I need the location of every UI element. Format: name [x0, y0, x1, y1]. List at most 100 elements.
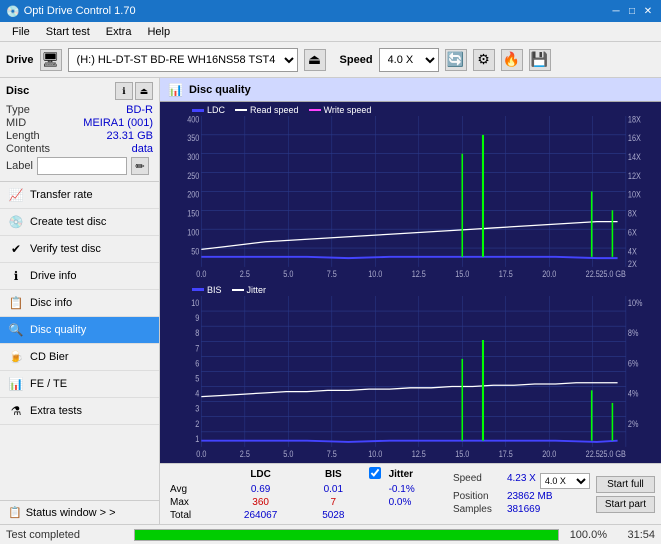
drive-label: Drive — [6, 54, 34, 66]
nav-item-verify-test-disc[interactable]: ✔Verify test disc — [0, 236, 159, 263]
svg-text:10X: 10X — [628, 190, 641, 200]
nav-item-transfer-rate[interactable]: 📈Transfer rate — [0, 182, 159, 209]
start-full-button[interactable]: Start full — [596, 476, 655, 493]
nav-label-verify-test-disc: Verify test disc — [30, 243, 101, 255]
svg-text:150: 150 — [187, 209, 200, 219]
nav-item-disc-info[interactable]: 📋 Disc info — [0, 290, 159, 317]
disc-mid-row: MID MEIRA1 (001) — [6, 117, 153, 129]
jitter-checkbox[interactable] — [369, 467, 381, 479]
disc-contents-label: Contents — [6, 143, 50, 155]
titlebar: 💿 Opti Drive Control 1.70 ─ □ ✕ — [0, 0, 661, 22]
svg-text:12.5: 12.5 — [412, 449, 427, 459]
avg-label: Avg — [166, 483, 219, 496]
svg-text:4: 4 — [195, 388, 199, 398]
svg-text:4%: 4% — [628, 388, 638, 398]
nav-icon-disc-info: 📋 — [8, 295, 24, 311]
svg-text:12X: 12X — [628, 171, 641, 181]
disc-label-edit-button[interactable]: ✏ — [131, 157, 149, 175]
speed-label: Speed — [340, 54, 373, 66]
max-bis: 7 — [302, 496, 365, 509]
app-icon: 💿 — [6, 5, 20, 18]
nav-label-fe-te: FE / TE — [30, 378, 67, 390]
svg-text:50: 50 — [191, 247, 200, 257]
total-bis: 5028 — [302, 509, 365, 522]
svg-text:300: 300 — [187, 152, 200, 162]
action-buttons: Start full Start part — [596, 476, 655, 513]
refresh-icon[interactable]: 🔄 — [445, 49, 467, 71]
main-content: Disc ℹ ⏏ Type BD-R MID MEIRA1 (001) Leng… — [0, 78, 661, 524]
svg-text:2%: 2% — [628, 419, 638, 429]
disc-label-input[interactable] — [37, 157, 127, 175]
maximize-button[interactable]: □ — [625, 4, 639, 18]
svg-text:22.5: 22.5 — [586, 269, 601, 279]
svg-text:3: 3 — [195, 404, 199, 414]
svg-text:17.5: 17.5 — [499, 269, 514, 279]
menu-help[interactable]: Help — [139, 24, 178, 40]
save-icon[interactable]: 💾 — [529, 49, 551, 71]
disc-type-label: Type — [6, 104, 30, 116]
total-label: Total — [166, 509, 219, 522]
status-window-button[interactable]: 📋 Status window > > — [0, 500, 159, 524]
svg-text:7.5: 7.5 — [327, 269, 338, 279]
svg-text:15.0: 15.0 — [455, 449, 470, 459]
stats-row: LDC BIS Jitter Avg 0.69 0.01 -0.1% — [166, 466, 655, 522]
minimize-button[interactable]: ─ — [609, 4, 623, 18]
stats-checkbox-cell[interactable] — [365, 466, 385, 483]
svg-text:10%: 10% — [628, 298, 642, 308]
charts-container: LDC Read speed Write speed — [160, 102, 661, 463]
stats-ldc-header: LDC — [219, 466, 302, 483]
nav-item-drive-info[interactable]: ℹDrive info — [0, 263, 159, 290]
samples-value: 381669 — [507, 504, 540, 515]
svg-text:2: 2 — [195, 419, 199, 429]
svg-text:22.5: 22.5 — [586, 449, 601, 459]
menu-file[interactable]: File — [4, 24, 38, 40]
disc-label-label: Label — [6, 160, 33, 172]
menu-start-test[interactable]: Start test — [38, 24, 98, 40]
nav-label-disc-info: Disc info — [30, 297, 72, 309]
legend-jitter-color — [232, 289, 244, 291]
burn-icon[interactable]: 🔥 — [501, 49, 523, 71]
chart-header-icon: 📊 — [168, 83, 183, 97]
svg-text:25.0 GB: 25.0 GB — [599, 269, 626, 279]
statusbar: Test completed 100.0% 31:54 — [0, 524, 661, 544]
disc-eject-icon[interactable]: ⏏ — [135, 82, 153, 100]
svg-text:400: 400 — [187, 116, 200, 124]
drive-browse-icon[interactable]: 🖥 — [40, 49, 62, 71]
app-title: Opti Drive Control 1.70 — [24, 5, 136, 17]
nav-item-disc-quality[interactable]: 🔍Disc quality — [0, 317, 159, 344]
chart2-wrapper: BIS Jitter — [162, 284, 659, 462]
nav-item-cd-bier[interactable]: 🍺CD Bier — [0, 344, 159, 371]
legend-ldc-label: LDC — [207, 105, 225, 115]
svg-text:1: 1 — [195, 434, 199, 444]
nav-item-extra-tests[interactable]: ⚗Extra tests — [0, 398, 159, 425]
nav-item-fe-te[interactable]: 📊FE / TE — [0, 371, 159, 398]
start-part-button[interactable]: Start part — [596, 496, 655, 513]
svg-text:20.0: 20.0 — [542, 449, 557, 459]
nav-label-drive-info: Drive info — [30, 270, 76, 282]
menu-extra[interactable]: Extra — [98, 24, 140, 40]
chart-area: 📊 Disc quality LDC Read speed — [160, 78, 661, 524]
speed-info-select[interactable]: 4.0 X — [540, 473, 590, 489]
titlebar-controls: ─ □ ✕ — [609, 4, 655, 18]
legend-write-label: Write speed — [324, 105, 372, 115]
svg-text:6%: 6% — [628, 358, 638, 368]
total-ldc: 264067 — [219, 509, 302, 522]
progress-bar — [134, 529, 559, 541]
chart1-svg: 400 350 300 250 200 150 100 50 18X 16X 1… — [162, 116, 659, 280]
eject-icon[interactable]: ⏏ — [304, 49, 326, 71]
svg-text:10: 10 — [191, 298, 200, 308]
titlebar-title: 💿 Opti Drive Control 1.70 — [6, 5, 136, 18]
speed-select[interactable]: 4.0 X — [379, 48, 439, 72]
stats-jitter-header: Jitter — [385, 466, 447, 483]
avg-ldc: 0.69 — [219, 483, 302, 496]
nav-icon-extra-tests: ⚗ — [8, 403, 24, 419]
nav-item-create-test-disc[interactable]: 💿Create test disc — [0, 209, 159, 236]
progress-pct: 100.0% — [567, 529, 607, 541]
legend-read-speed: Read speed — [235, 105, 299, 115]
drive-select[interactable]: (H:) HL-DT-ST BD-RE WH16NS58 TST4 — [68, 48, 298, 72]
svg-text:25.0 GB: 25.0 GB — [599, 449, 626, 459]
close-button[interactable]: ✕ — [641, 4, 655, 18]
disc-mid-value: MEIRA1 (001) — [83, 117, 153, 129]
disc-info-icon[interactable]: ℹ — [115, 82, 133, 100]
settings-icon[interactable]: ⚙ — [473, 49, 495, 71]
